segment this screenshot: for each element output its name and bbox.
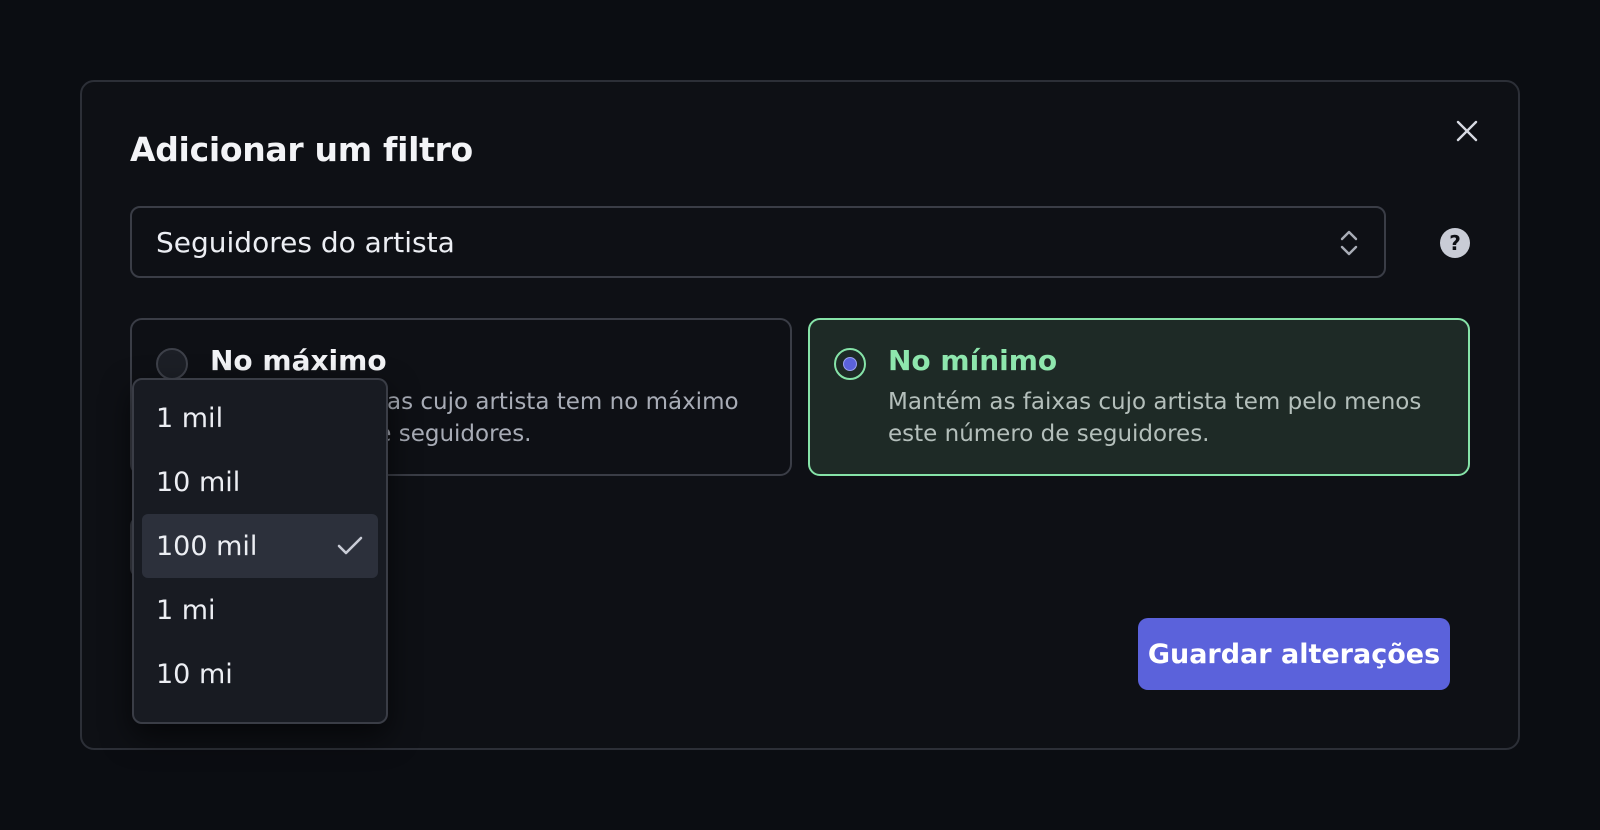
close-icon [1456,120,1478,142]
dropdown-option-selected[interactable]: 100 mil [142,514,378,578]
option-at-most-title: No máximo [210,344,387,377]
save-button[interactable]: Guardar alterações [1138,618,1450,690]
radio-at-least[interactable] [834,348,866,380]
chevron-up-down-icon [1340,230,1358,256]
follower-count-dropdown: 1 mil 10 mil 100 mil 1 mi 10 mi [132,378,388,724]
dropdown-option-label: 1 mil [156,402,224,434]
dropdown-option-label: 10 mil [156,466,241,498]
dropdown-option-label: 100 mil [156,530,258,562]
dropdown-option[interactable]: 10 mil [142,450,378,514]
filter-type-value: Seguidores do artista [156,225,455,259]
dropdown-option[interactable]: 1 mil [142,386,378,450]
radio-selected-dot [843,357,857,371]
dialog-title: Adicionar um filtro [130,130,473,169]
check-icon [337,536,363,555]
dropdown-option[interactable]: 10 mi [142,642,378,706]
dropdown-option[interactable]: 1 mi [142,578,378,642]
option-at-least-description: Mantém as faixas cujo artista tem pelo m… [888,389,1422,447]
dropdown-option-label: 10 mi [156,658,233,690]
help-icon[interactable]: ? [1440,228,1470,258]
option-at-least-title: No mínimo [888,344,1058,377]
help-label: ? [1449,231,1461,255]
radio-at-most[interactable] [156,348,188,380]
dropdown-option-label: 1 mi [156,594,216,626]
option-at-least[interactable]: No mínimo Mantém as faixas cujo artista … [808,318,1470,476]
close-button[interactable] [1452,116,1482,146]
filter-type-select[interactable]: Seguidores do artista [130,206,1386,278]
